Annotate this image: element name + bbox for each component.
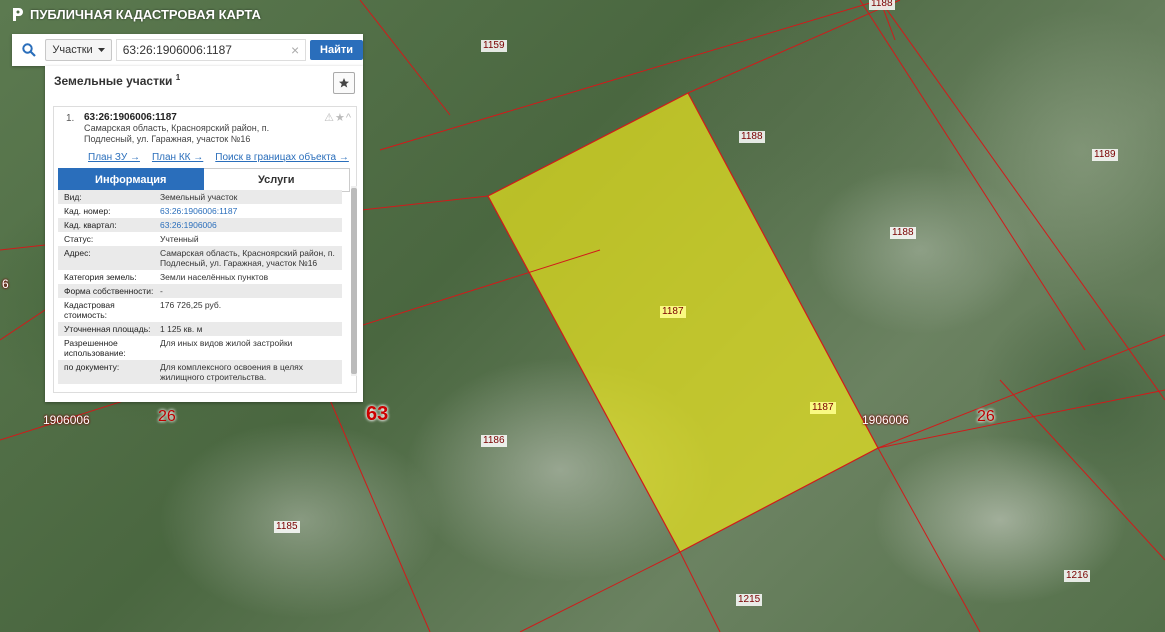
parcel-label[interactable]: 1186 (481, 435, 507, 447)
district-label: 63 (366, 403, 389, 425)
logo-icon (13, 8, 23, 21)
info-key: Форма собственности: (64, 286, 154, 296)
info-value: 176 726,25 руб. (160, 300, 222, 310)
parcel-label-selected[interactable]: 1187 (810, 402, 836, 414)
parcel-label[interactable]: 1215 (736, 594, 763, 606)
parcel-label[interactable]: 1189 (1092, 149, 1118, 161)
search-in-bounds-link[interactable]: Поиск в границах объекта → (215, 152, 349, 168)
region-label: 26 (158, 408, 176, 425)
info-key: Кадастровая стоимость: (64, 300, 115, 320)
result-count: 1 (175, 73, 181, 82)
search-icon[interactable] (12, 43, 45, 57)
info-row: по документу: Для комплексного освоения в… (58, 360, 342, 384)
parcel-label[interactable]: 1216 (1064, 570, 1091, 582)
cadastral-number[interactable]: 63:26:1906006:1187 (84, 112, 348, 123)
info-value: Земли населённых пунктов (160, 272, 269, 282)
edge-label: 6 (2, 277, 9, 291)
parcel-label[interactable]: 1159 (481, 40, 507, 52)
result-card[interactable]: 1. 63:26:1906006:1187 Самарская область,… (53, 106, 357, 393)
plan-zu-link[interactable]: План ЗУ → (88, 152, 140, 168)
quarter-label[interactable]: 1906006 (41, 414, 92, 426)
result-index: 1. (66, 113, 75, 124)
info-row: Уточненная площадь: 1 125 кв. м (58, 322, 342, 336)
star-icon (339, 78, 349, 88)
region-label: 26 (977, 408, 995, 425)
parcel-label[interactable]: 1188 (869, 0, 895, 10)
search-type-label: Участки (52, 44, 93, 56)
info-row: Кад. номер: 63:26:1906006:1187 (58, 204, 342, 218)
search-button[interactable]: Найти (310, 40, 363, 60)
info-key: Разрешенное использование: (64, 338, 126, 358)
result-header: 1. 63:26:1906006:1187 Самарская область,… (54, 107, 356, 152)
info-table: Вид: Земельный участок Кад. номер: 63:26:19… (58, 190, 342, 390)
info-key: Вид: (64, 192, 82, 202)
info-row: Разрешенное использование: Для иных видов… (58, 336, 342, 360)
info-row: Категория земель: Земли населённых пункто… (58, 270, 342, 284)
info-key: Кад. номер: (64, 206, 111, 216)
clear-icon[interactable]: × (288, 42, 302, 58)
tab-services[interactable]: Услуги (203, 168, 350, 192)
info-value[interactable]: 63:26:1906006:1187 (160, 206, 338, 216)
info-value: Для иных видов жилой застройки (160, 338, 293, 348)
info-value[interactable]: 63:26:1906006 (160, 220, 338, 230)
selected-parcel (487, 92, 879, 553)
info-key: Адрес: (64, 248, 91, 258)
panel-header: Земельные участки 1 (45, 66, 363, 100)
caret-down-icon (97, 48, 105, 52)
info-value: Для комплексного освоения в целях жилищн… (160, 362, 304, 382)
info-row: Форма собственности: - (58, 284, 342, 298)
search-type-dropdown[interactable]: Участки (45, 39, 112, 61)
info-value: 1 125 кв. м (160, 324, 203, 334)
info-value: Земельный участок (160, 192, 238, 202)
app-header: ПУБЛИЧНАЯ КАДАСТРОВАЯ КАРТА (12, 7, 261, 22)
favorites-button[interactable] (333, 72, 355, 94)
parcel-label[interactable]: 1188 (739, 131, 765, 143)
tab-info[interactable]: Информация (58, 168, 204, 192)
info-value: Самарская область, Красноярский район, п… (160, 248, 335, 268)
info-key: Статус: (64, 234, 94, 244)
scroll-thumb[interactable] (351, 188, 357, 374)
info-key: Категория земель: (64, 272, 137, 282)
info-value: Учтенный (160, 234, 199, 244)
app-title: ПУБЛИЧНАЯ КАДАСТРОВАЯ КАРТА (30, 7, 261, 22)
search-input[interactable] (115, 39, 307, 61)
result-tabs: Информация Услуги (58, 168, 350, 192)
parcel-label-selected[interactable]: 1187 (660, 306, 686, 318)
plan-kk-link[interactable]: План КК → (152, 152, 203, 168)
info-key: Уточненная площадь: (64, 324, 151, 334)
result-links: План ЗУ → План КК → Поиск в границах объ… (54, 152, 356, 168)
quarter-label[interactable]: 1906006 (860, 414, 911, 426)
parcel-label[interactable]: 1185 (274, 521, 300, 533)
info-row: Вид: Земельный участок (58, 190, 342, 204)
info-key: по документу: (64, 362, 120, 372)
info-row: Адрес: Самарская область, Красноярский ра… (58, 246, 342, 270)
info-key: Кад. квартал: (64, 220, 117, 230)
search-bar: Участки × Найти (12, 34, 363, 66)
result-tools-icons[interactable]: ⚠★^ (324, 111, 352, 124)
info-row: Кад. квартал: 63:26:1906006 (58, 218, 342, 232)
info-row: Статус: Учтенный (58, 232, 342, 246)
results-panel: Земельные участки 1 1. 63:26:1906006:118… (45, 66, 363, 402)
parcel-label[interactable]: 1188 (890, 227, 916, 239)
panel-title: Земельные участки 1 (54, 73, 181, 88)
scrollbar[interactable] (351, 186, 357, 376)
info-row: Кадастровая стоимость: 176 726,25 руб. (58, 298, 342, 322)
result-address: Самарская область, Красноярский район, п… (84, 123, 270, 144)
info-value: - (160, 286, 163, 296)
